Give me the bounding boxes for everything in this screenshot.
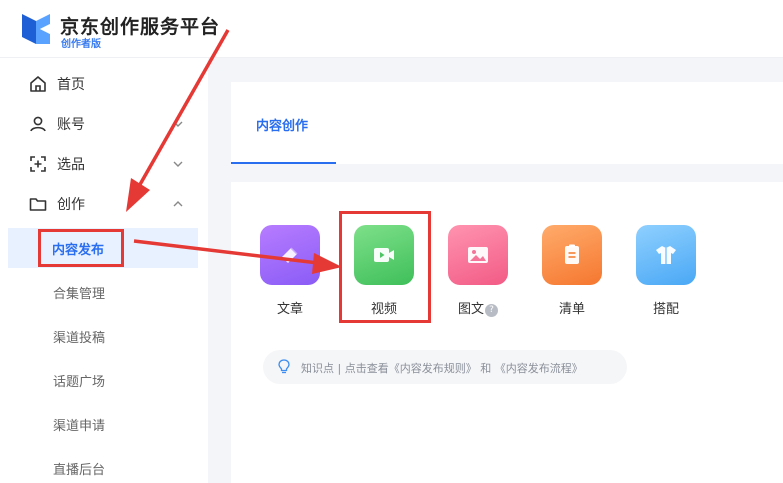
sidebar-item-label: 创作 [57,197,85,213]
image-icon [468,247,488,263]
sidebar-item-label: 账号 [57,117,85,133]
chevron-down-icon [173,121,183,127]
tab-bar: 内容创作 [231,82,783,164]
sidebar-subitem-channel-apply[interactable]: 渠道申请 [8,404,198,444]
article-tile[interactable] [260,225,320,285]
tab-active-indicator [231,162,336,164]
sidebar-item-selection[interactable]: 选品 [0,144,198,184]
sidebar-subitem-collection[interactable]: 合集管理 [8,272,198,312]
sidebar-subitem-label: 合集管理 [53,286,106,302]
sidebar-item-create[interactable]: 创作 [0,184,198,224]
sidebar-subitem-channel-submit[interactable]: 渠道投稿 [8,316,198,356]
list-tile[interactable] [542,225,602,285]
sidebar-subitem-label: 渠道投稿 [53,330,106,346]
sidebar-subitem-label: 话题广场 [53,374,106,390]
outfit-tile[interactable] [636,225,696,285]
article-icon [282,247,298,263]
tip-text[interactable]: 知识点 | 点击查看《内容发布规则》 和 《内容发布流程》 [301,360,583,376]
list-label[interactable]: 清单 [542,298,602,317]
sidebar-item-account[interactable]: 账号 [0,104,198,144]
sidebar-subitem-label: 直播后台 [53,462,106,478]
sidebar-item-label: 首页 [57,77,85,93]
home-icon [30,76,46,92]
article-label[interactable]: 文章 [260,298,320,317]
highlight-box-video [339,211,431,323]
lightbulb-icon [278,359,290,374]
help-icon[interactable]: ? [485,304,498,317]
outfit-label[interactable]: 搭配 [636,298,696,317]
image-text-label[interactable]: 图文? [448,298,508,317]
app-subtitle: 创作者版 [61,39,101,50]
user-icon [30,116,46,132]
tab-label: 内容创作 [256,119,309,134]
list-icon [565,244,579,264]
sidebar-item-home[interactable]: 首页 [0,64,198,104]
scan-plus-icon [30,156,46,172]
app-header: 京东创作服务平台 创作者版 [0,0,783,58]
image-text-tile[interactable] [448,225,508,285]
sidebar-subitem-label: 渠道申请 [53,418,106,434]
sidebar-subitem-live-backend[interactable]: 直播后台 [8,448,198,483]
sidebar-item-label: 选品 [57,157,85,173]
highlight-box-content-publish [38,229,124,267]
sidebar-subitem-topic-plaza[interactable]: 话题广场 [8,360,198,400]
image-text-label-text: 图文 [457,302,484,317]
jd-logo-icon[interactable] [18,10,54,48]
folder-icon [29,198,47,211]
chevron-down-icon [173,161,183,167]
chevron-up-icon [173,201,183,207]
knowledge-tip: 知识点 | 点击查看《内容发布规则》 和 《内容发布流程》 [263,350,627,384]
tab-content-creation[interactable]: 内容创作 [231,82,336,164]
shirt-icon [656,246,676,264]
